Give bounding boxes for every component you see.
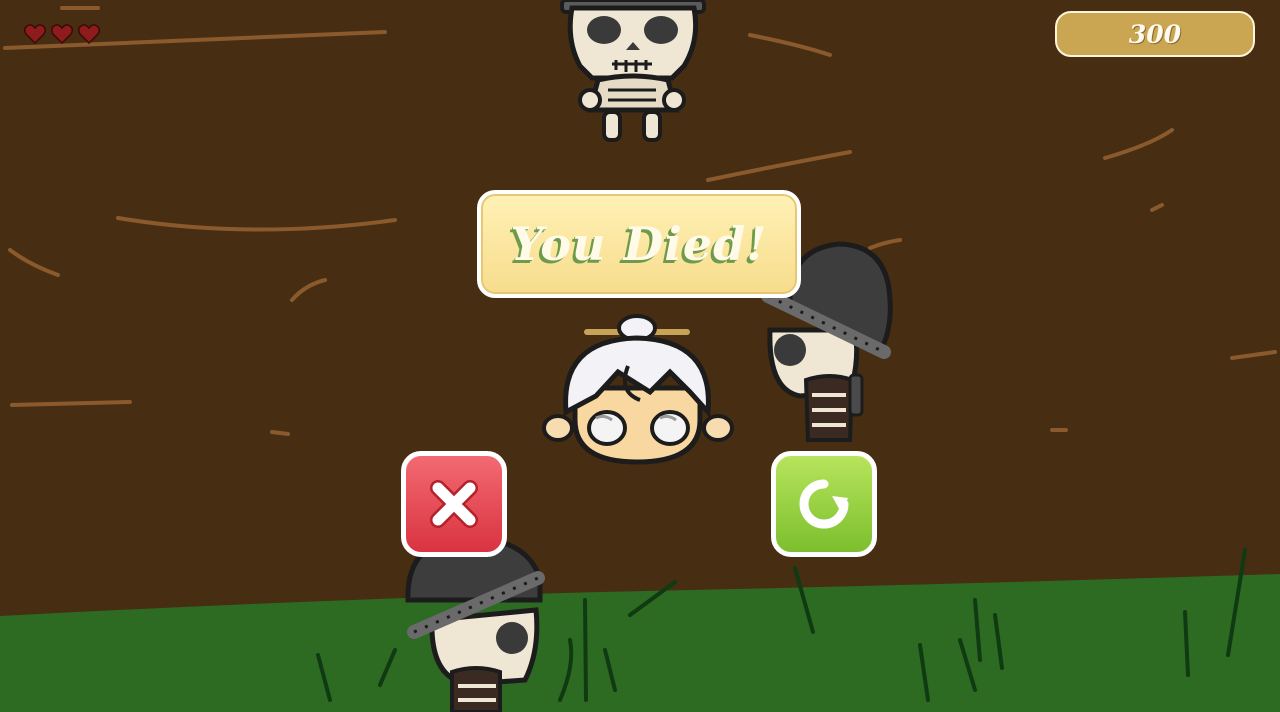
you-died-banner: You Died! <box>477 190 801 298</box>
lives-hud <box>24 24 100 44</box>
score-panel: 300 <box>1055 11 1255 57</box>
heart-icon <box>78 24 100 44</box>
game-scene <box>0 0 1280 712</box>
restart-icon <box>799 479 849 529</box>
quit-button[interactable] <box>401 451 507 557</box>
restart-button[interactable] <box>771 451 877 557</box>
heart-icon <box>51 24 73 44</box>
close-icon <box>430 480 478 528</box>
heart-icon <box>24 24 46 44</box>
score-value: 300 <box>1128 19 1182 49</box>
you-died-title: You Died! <box>510 217 768 271</box>
